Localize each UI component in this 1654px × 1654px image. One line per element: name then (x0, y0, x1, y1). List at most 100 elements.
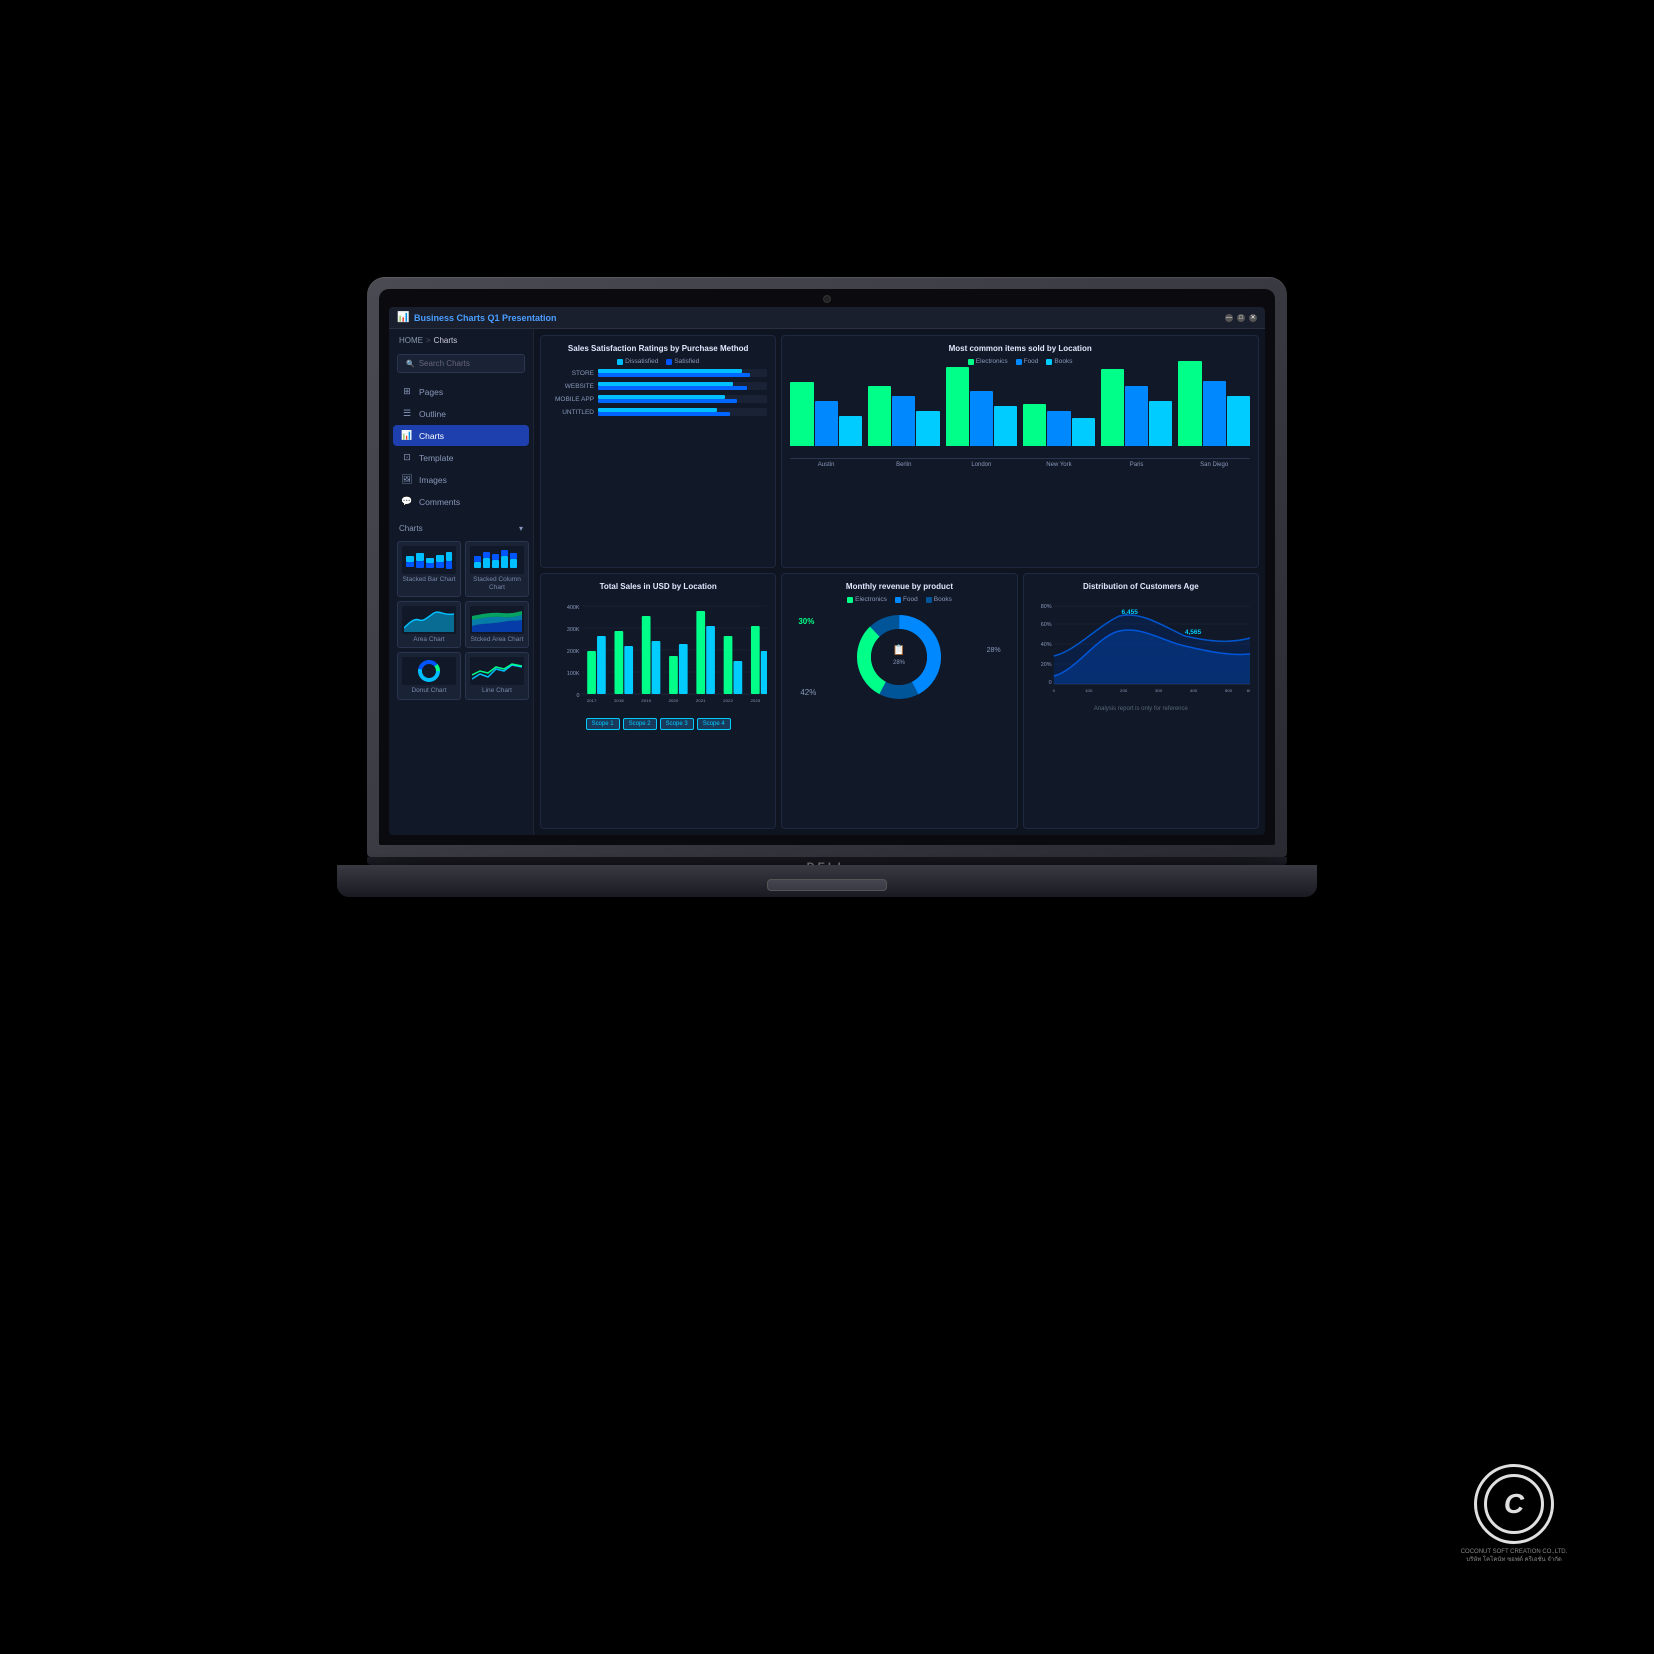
sidebar-item-outline[interactable]: ☰ Outline (393, 403, 529, 424)
search-input[interactable]: Search Charts (419, 359, 470, 368)
panel-monthly-revenue-title: Monthly revenue by product (790, 582, 1008, 591)
panel-common-items-title: Most common items sold by Location (790, 344, 1250, 353)
hbar-website-label: WEBSITE (549, 383, 594, 390)
svg-text:80%: 80% (1040, 604, 1051, 610)
thumb-stacked-bar-preview (402, 546, 456, 574)
hbar-untitled-label: UNTITLED (549, 409, 594, 416)
gbar-paris-food (1125, 386, 1148, 446)
app-window: 📊 Business Charts Q1 Presentation — □ ✕ (389, 307, 1265, 835)
thumb-stacked-area-preview (470, 606, 524, 634)
distribution-note: Analysis report is only for reference (1032, 706, 1250, 712)
legend-satisfied-dot (666, 359, 672, 365)
gbar-london-books (994, 406, 1017, 446)
legend-electronics-dot (968, 359, 974, 365)
sidebar-item-images-label: Images (419, 475, 447, 485)
svg-text:6,455: 6,455 (1121, 609, 1138, 616)
hbar-store-sat (598, 373, 750, 377)
sidebar-item-template[interactable]: ⊡ Template (393, 447, 529, 468)
laptop: 📊 Business Charts Q1 Presentation — □ ✕ (277, 277, 1377, 1377)
images-icon: 🖼 (401, 474, 413, 485)
thumb-stacked-bar[interactable]: Stacked Bar Chart (397, 541, 461, 597)
panel-monthly-revenue: Monthly revenue by product Electronics F… (781, 573, 1017, 829)
gbar-paris (1101, 369, 1173, 446)
svg-text:28%: 28% (893, 660, 906, 666)
charts-icon: 📊 (401, 430, 413, 441)
legend-electronics-label: Electronics (976, 358, 1008, 365)
gbar-berlin-food (892, 396, 915, 446)
legend-dissatisfied-dot (617, 359, 623, 365)
donut-svg: 📋 28% (849, 607, 949, 707)
trackpad[interactable] (767, 879, 887, 891)
label-paris: Paris (1101, 462, 1173, 468)
distribution-chart-area: 80% 60% 40% 20% 0 (1032, 596, 1250, 706)
panel-distribution-title: Distribution of Customers Age (1032, 582, 1250, 591)
hbar-mobileapp: MOBILE APP (549, 395, 767, 403)
gbar-berlin-books (916, 411, 939, 446)
rev-legend-food: Food (895, 596, 918, 603)
gbar-sandiego-books (1227, 396, 1250, 446)
hbar-website: WEBSITE (549, 382, 767, 390)
legend-satisfied-label: Satisfied (674, 358, 699, 365)
thumb-stacked-area[interactable]: Stcked Area Chart (465, 601, 529, 649)
hbar-mobileapp-track (598, 395, 767, 403)
legend-books: Books (1046, 358, 1072, 365)
satisfaction-bars: STORE WEBSITE (549, 369, 767, 416)
legend-food-dot (1016, 359, 1022, 365)
thumb-donut-label: Donut Chart (411, 687, 446, 695)
svg-text:2022: 2022 (723, 698, 733, 703)
laptop-base (337, 865, 1317, 897)
panel-sales-satisfaction: Sales Satisfaction Ratings by Purchase M… (540, 335, 776, 568)
thumb-line-preview (470, 657, 524, 685)
thumb-stacked-bar-label: Stacked Bar Chart (402, 576, 455, 584)
thumb-line[interactable]: Line Chart (465, 652, 529, 700)
template-icon: ⊡ (401, 452, 413, 463)
sidebar-nav: ⊞ Pages ☰ Outline 📊 Charts (389, 381, 533, 512)
scope2-btn[interactable]: Scope 2 (623, 718, 657, 730)
svg-text:200: 200 (1120, 688, 1128, 693)
thumb-area[interactable]: Area Chart (397, 601, 461, 649)
svg-text:300: 300 (1155, 688, 1163, 693)
svg-text:400: 400 (1190, 688, 1198, 693)
svg-text:2017: 2017 (587, 698, 597, 703)
hbar-website-track (598, 382, 767, 390)
sidebar-item-template-label: Template (419, 453, 454, 463)
panel-common-items: Most common items sold by Location Elect… (781, 335, 1259, 568)
gbar-sandiego (1178, 361, 1250, 446)
scope1-btn[interactable]: Scope 1 (586, 718, 620, 730)
donut-chart-container: 📋 28% 30% 42% 28% (790, 607, 1008, 707)
scope3-btn[interactable]: Scope 3 (660, 718, 694, 730)
gbar-london-electronics (946, 367, 969, 446)
thumb-stacked-column[interactable]: Stacked Column Chart (465, 541, 529, 597)
svg-text:0: 0 (577, 693, 580, 699)
scope4-btn[interactable]: Scope 4 (697, 718, 731, 730)
svg-text:2021: 2021 (696, 698, 706, 703)
sidebar-item-images[interactable]: 🖼 Images (393, 469, 529, 490)
maximize-button[interactable]: □ (1237, 314, 1245, 322)
gbar-sandiego-electronics (1178, 361, 1201, 446)
app-content: HOME > Charts 🔍 Search Charts (389, 329, 1265, 835)
distribution-svg: 80% 60% 40% 20% 0 (1032, 596, 1250, 701)
sidebar-item-pages[interactable]: ⊞ Pages (393, 381, 529, 402)
rev-legend-food-dot (895, 597, 901, 603)
hbar-mobileapp-label: MOBILE APP (549, 396, 594, 403)
panel-total-sales: Total Sales in USD by Location (540, 573, 776, 829)
chart-thumbnails: Stacked Bar Chart (397, 541, 525, 700)
sidebar-item-comments[interactable]: 💬 Comments (393, 491, 529, 512)
minimize-button[interactable]: — (1225, 314, 1233, 322)
rev-legend-books-label: Books (934, 596, 952, 603)
thumb-donut[interactable]: Donut Chart (397, 652, 461, 700)
charts-section: Charts ▾ (389, 520, 533, 700)
search-box[interactable]: 🔍 Search Charts (397, 354, 525, 373)
breadcrumb: HOME > Charts (389, 329, 533, 350)
close-button[interactable]: ✕ (1249, 314, 1257, 322)
rev-legend-electronics-dot (847, 597, 853, 603)
dist-area2 (1053, 615, 1249, 684)
panel-total-sales-title: Total Sales in USD by Location (549, 582, 767, 591)
screen-lid: 📊 Business Charts Q1 Presentation — □ ✕ (367, 277, 1287, 857)
scope-buttons: Scope 1 Scope 2 Scope 3 Scope 4 (549, 718, 767, 730)
charts-section-header[interactable]: Charts ▾ (397, 520, 525, 537)
legend-electronics: Electronics (968, 358, 1008, 365)
legend-dissatisfied: Dissatisfied (617, 358, 658, 365)
label-berlin: Berlin (868, 462, 940, 468)
sidebar-item-charts[interactable]: 📊 Charts (393, 425, 529, 446)
